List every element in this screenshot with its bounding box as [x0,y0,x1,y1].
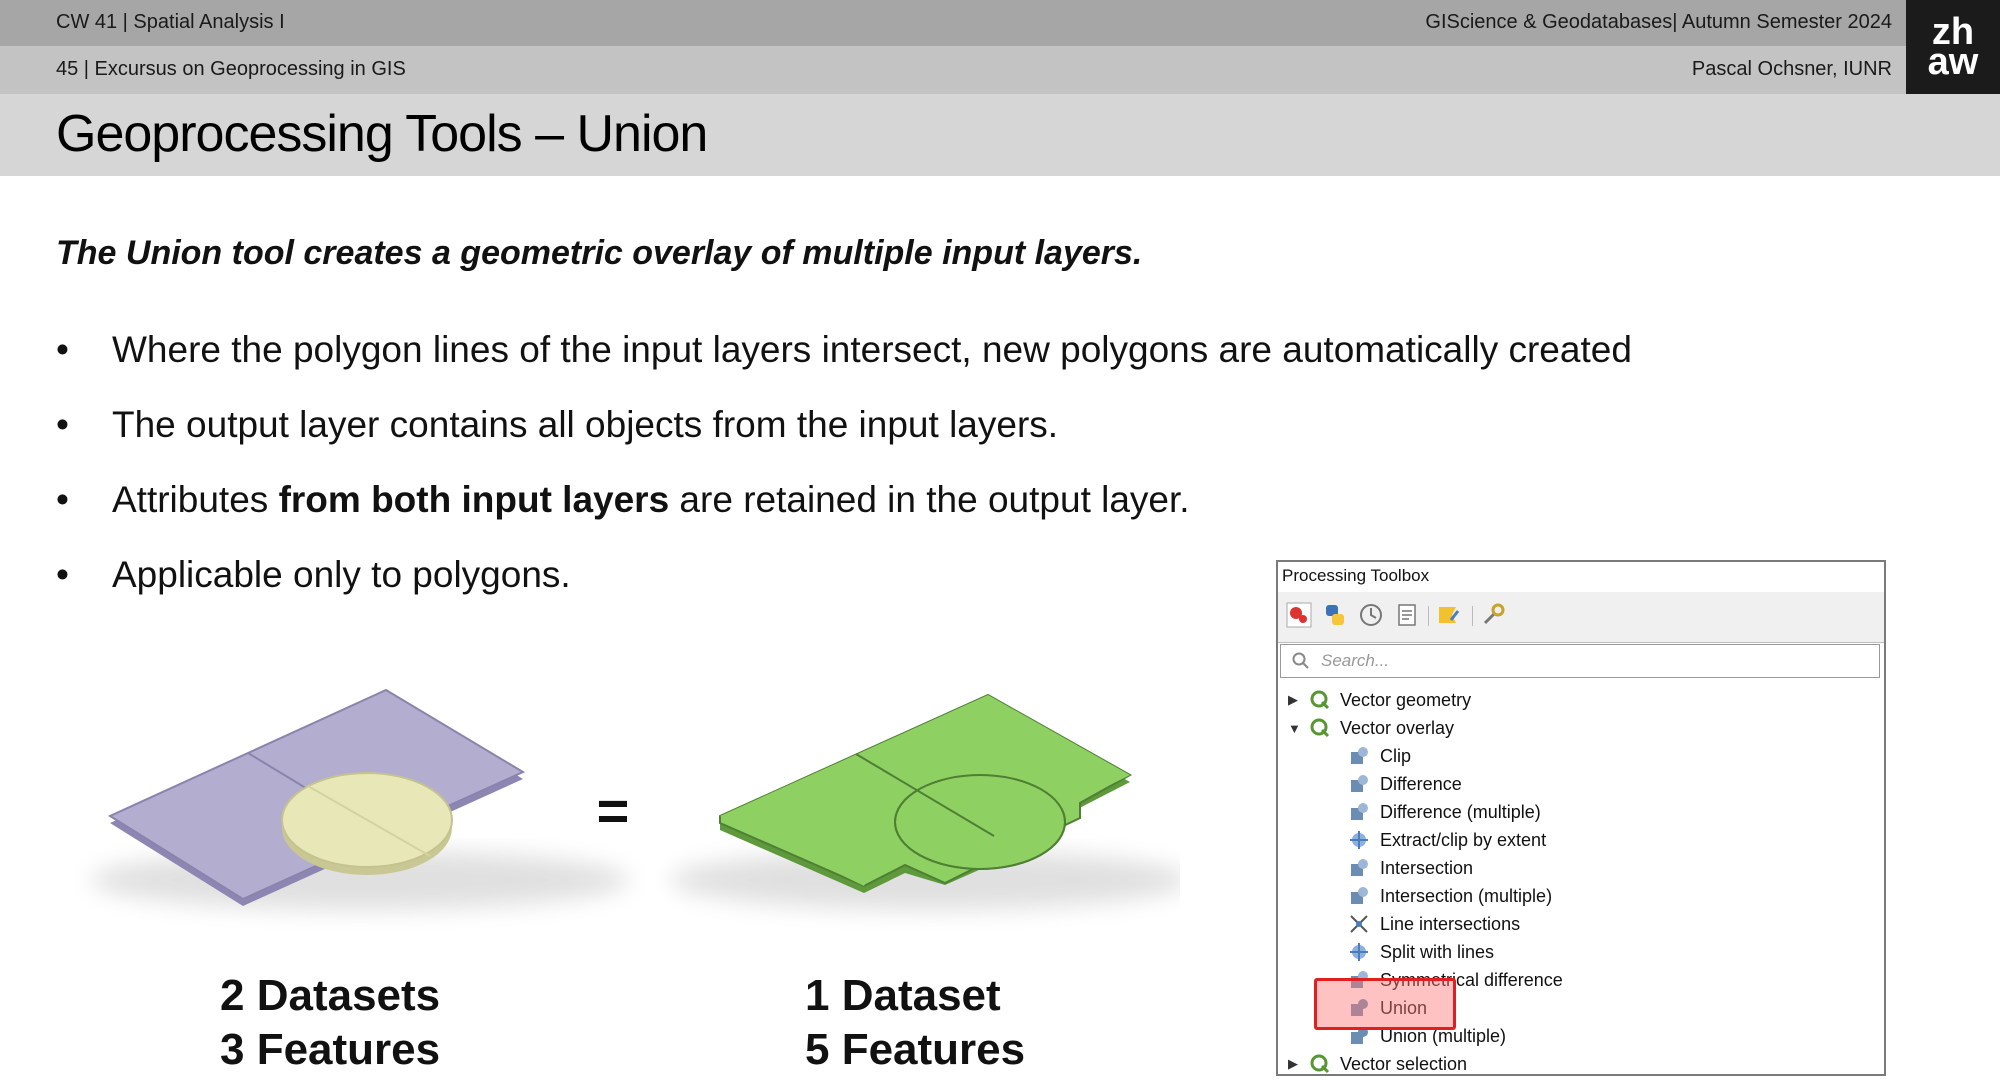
input-circle-layer [281,772,453,875]
algorithm-icon [1351,803,1368,820]
algorithm-icon [1350,915,1368,933]
processing-models-icon[interactable] [1286,602,1312,628]
expand-arrow-icon[interactable]: ▶ [1288,692,1302,708]
python-icon[interactable] [1322,602,1348,628]
tree-item-line-intersections[interactable]: Line intersections [1348,910,1520,938]
algorithm-icon [1351,887,1368,904]
left-caption: 2 Datasets 3 Features [220,971,441,1074]
tree-item-intersection-multiple[interactable]: Intersection (multiple) [1348,882,1552,910]
tree-group-vector-overlay[interactable]: ▼ Vector overlay [1288,714,1454,742]
union-illustration: = [90,688,1180,910]
search-placeholder: Search... [1321,651,1390,670]
zhaw-logo: zh aw [1906,0,2000,94]
options-icon[interactable] [1480,602,1506,628]
tree-item-split-with-lines[interactable]: Split with lines [1348,938,1494,966]
tree-item-intersection[interactable]: Intersection [1348,854,1473,882]
results-icon[interactable] [1394,602,1420,628]
tree-item-difference-multiple[interactable]: Difference (multiple) [1348,798,1541,826]
edit-features-icon[interactable] [1436,602,1462,628]
tree-item-clip[interactable]: Clip [1348,742,1411,770]
right-caption: 1 Dataset 5 Features [805,971,1026,1074]
toolbox-title: Processing Toolbox [1282,566,1430,585]
algorithm-icon [1350,943,1368,961]
expand-arrow-icon[interactable]: ▶ [1288,1056,1302,1072]
program-label: GIScience & Geodatabases| Autumn Semeste… [1425,11,1892,33]
bullet-item: • Where the polygon lines of the input la… [56,329,1632,370]
qgis-icon [1310,690,1330,710]
search-input[interactable]: Search... [1280,644,1880,678]
tree-group-vector-geometry[interactable]: ▶ Vector geometry [1288,686,1471,714]
collapse-arrow-icon[interactable]: ▼ [1288,721,1302,736]
qgis-icon [1310,1054,1330,1074]
tree-item-difference[interactable]: Difference [1348,770,1462,798]
tree-item-extract-clip-by-extent[interactable]: Extract/clip by extent [1348,826,1546,854]
union-highlight-box [1314,978,1456,1030]
qgis-icon [1310,718,1330,738]
tree-group-vector-selection[interactable]: ▶ Vector selection [1288,1050,1467,1078]
course-label: CW 41 | Spatial Analysis I [56,11,285,33]
slide-title: Geoprocessing Tools – Union [56,105,708,163]
toolbox-toolbar [1278,592,1884,643]
lead-statement: The Union tool creates a geometric overl… [56,234,1143,272]
algorithm-icon [1351,859,1368,876]
algorithm-icon [1351,747,1368,764]
search-icon [1292,652,1309,669]
history-icon[interactable] [1358,602,1384,628]
bullet-item: • The output layer contains all objects f… [56,404,1059,445]
author-label: Pascal Ochsner, IUNR [1691,58,1892,80]
equals-sign: = [597,779,630,842]
algorithm-icon [1350,831,1368,849]
algorithm-icon [1351,775,1368,792]
bullet-item: • Attributes from both input layers are r… [56,479,1190,520]
section-label: 45 | Excursus on Geoprocessing in GIS [56,58,406,80]
